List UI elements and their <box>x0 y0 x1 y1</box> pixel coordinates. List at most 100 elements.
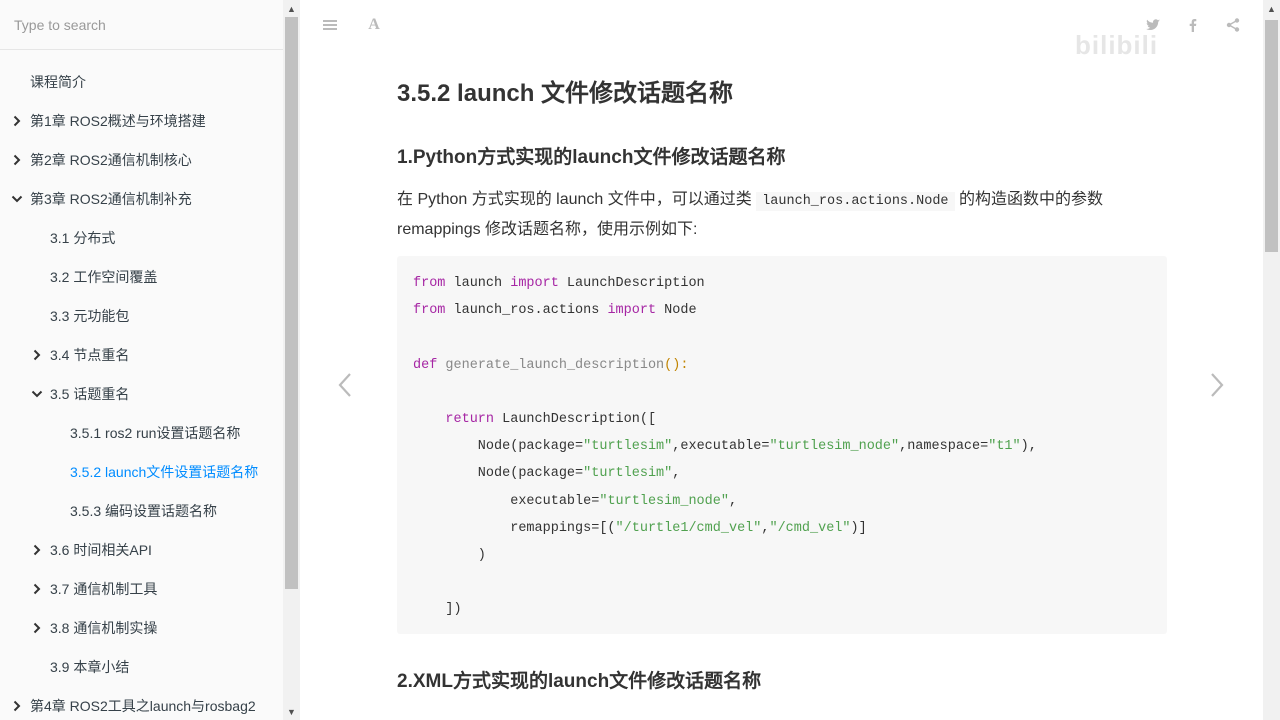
code-line: def generate_launch_description(): <box>413 352 1037 379</box>
code-token: ,executable= <box>672 439 770 455</box>
sidebar-item-label: 3.7 通信机制工具 <box>50 580 158 597</box>
sidebar-item-label: 3.5 话题重名 <box>50 385 130 402</box>
sidebar-item-label: 3.8 通信机制实操 <box>50 619 158 636</box>
code-token: Node(package= <box>413 466 584 482</box>
search-bar <box>0 0 283 50</box>
sidebar-item-label: 3.5.3 编码设置话题名称 <box>70 502 218 519</box>
chevron-down-icon[interactable] <box>30 387 44 401</box>
sidebar-item[interactable]: 第1章 ROS2概述与环境搭建 <box>0 101 283 140</box>
sidebar-item[interactable]: 3.8 通信机制实操 <box>0 608 283 647</box>
sidebar-item[interactable]: 3.3 元功能包 <box>0 296 283 335</box>
chevron-right-icon[interactable] <box>30 621 44 635</box>
code-token: import <box>510 276 559 291</box>
sidebar-item[interactable]: 3.7 通信机制工具 <box>0 569 283 608</box>
sidebar-item[interactable]: 3.5.3 编码设置话题名称 <box>0 491 283 530</box>
sidebar-item[interactable]: 3.6 时间相关API <box>0 530 283 569</box>
code-token: "t1" <box>988 439 1021 455</box>
code-token: "turtlesim" <box>583 466 673 482</box>
code-token: ) <box>413 547 486 563</box>
main-content: 3.5.2 launch 文件修改话题名称 1.Python方式实现的launc… <box>300 50 1263 720</box>
sidebar-scrollbar[interactable]: ▲ ▼ <box>283 0 300 720</box>
code-line: return LaunchDescription([ <box>413 406 1037 433</box>
code-token: launch <box>445 276 511 291</box>
scroll-down-arrow-icon[interactable]: ▼ <box>283 703 300 720</box>
chevron-right-icon[interactable] <box>30 348 44 362</box>
code-token: return <box>445 411 495 427</box>
code-line: ]) <box>413 596 1037 623</box>
main-scroll-up-arrow-icon[interactable]: ▲ <box>1263 0 1280 17</box>
code-line: from launch import LaunchDescription <box>413 270 1037 297</box>
code-token: executable= <box>413 493 600 509</box>
code-token: "turtlesim_node" <box>599 493 729 509</box>
chevron-right-icon[interactable] <box>10 153 24 167</box>
code-line: Node(package="turtlesim", <box>413 460 1037 487</box>
sidebar-item-label: 课程简介 <box>30 73 86 90</box>
code-line: from launch_ros.actions import Node <box>413 297 1037 324</box>
code-token: Node <box>656 303 697 319</box>
sidebar-item[interactable]: 课程简介 <box>0 62 283 101</box>
chevron-right-icon[interactable] <box>30 582 44 596</box>
code-token: LaunchDescription <box>558 276 705 291</box>
sidebar-item-label: 3.5.2 launch文件设置话题名称 <box>70 463 259 480</box>
code-line: executable="turtlesim_node", <box>413 488 1037 515</box>
section-heading-xml: 2.XML方式实现的launch文件修改话题名称 <box>397 671 762 692</box>
sidebar-item[interactable]: 第4章 ROS2工具之launch与rosbag2 <box>0 686 283 720</box>
sidebar-item-label: 3.6 时间相关API <box>50 541 152 558</box>
code-token: launch_ros.actions <box>445 303 608 319</box>
chevron-down-icon[interactable] <box>10 192 24 206</box>
sidebar-item-label: 第3章 ROS2通信机制补充 <box>30 190 192 207</box>
sidebar-item[interactable]: 3.5.1 ros2 run设置话题名称 <box>0 413 283 452</box>
main-scrollbar[interactable]: ▲ <box>1263 0 1280 720</box>
code-token: def <box>413 357 438 373</box>
sidebar-item-label: 3.2 工作空间覆盖 <box>50 268 158 285</box>
facebook-icon[interactable] <box>1184 16 1202 34</box>
font-settings-icon[interactable]: A <box>365 16 383 34</box>
code-token: (): <box>664 357 689 373</box>
code-token: Node(package= <box>413 439 584 455</box>
chevron-right-icon[interactable] <box>10 699 24 713</box>
code-token: from <box>413 276 446 291</box>
main-scroll-thumb[interactable] <box>1265 20 1278 252</box>
code-token: ,namespace= <box>899 439 989 455</box>
sidebar-item[interactable]: 3.2 工作空间覆盖 <box>0 257 283 296</box>
code-block: from launch import LaunchDescription from… <box>397 256 1167 634</box>
sidebar-item[interactable]: 3.5 话题重名 <box>0 374 283 413</box>
sidebar-item-label: 第4章 ROS2工具之launch与rosbag2 <box>30 697 256 714</box>
code-token: "/turtle1/cmd_vel" <box>615 520 762 536</box>
code-token: LaunchDescription([ <box>494 411 657 427</box>
chevron-right-icon[interactable] <box>10 114 24 128</box>
sidebar-item-label: 3.4 节点重名 <box>50 346 130 363</box>
sidebar-item[interactable]: 3.1 分布式 <box>0 218 283 257</box>
share-icon[interactable] <box>1224 16 1242 34</box>
code-line: Node(package="turtlesim",executable="tur… <box>413 433 1037 460</box>
code-token: "turtlesim" <box>583 439 673 455</box>
page-title: 3.5.2 launch 文件修改话题名称 <box>397 80 734 107</box>
code-token: , <box>728 493 738 509</box>
code-token: )] <box>850 520 867 536</box>
sidebar: 课程简介第1章 ROS2概述与环境搭建第2章 ROS2通信机制核心第3章 ROS… <box>0 0 300 720</box>
sidebar-item-label: 3.5.1 ros2 run设置话题名称 <box>70 424 241 441</box>
section-heading-python: 1.Python方式实现的launch文件修改话题名称 <box>397 147 786 168</box>
sidebar-item[interactable]: 3.4 节点重名 <box>0 335 283 374</box>
sidebar-item[interactable]: 第3章 ROS2通信机制补充 <box>0 179 283 218</box>
next-page-chevron-icon[interactable] <box>1207 370 1227 400</box>
sidebar-item-label: 3.9 本章小结 <box>50 658 130 675</box>
code-token: ), <box>1020 439 1037 455</box>
chevron-right-icon[interactable] <box>30 543 44 557</box>
sidebar-item[interactable]: 3.5.2 launch文件设置话题名称 <box>0 452 283 491</box>
intro-paragraph: 在 Python 方式实现的 launch 文件中，可以通过类 launch_r… <box>397 186 1167 244</box>
sidebar-item[interactable]: 第2章 ROS2通信机制核心 <box>0 140 283 179</box>
code-token: "turtlesim_node" <box>769 439 900 455</box>
search-input[interactable] <box>0 0 260 50</box>
sidebar-item[interactable]: 3.9 本章小结 <box>0 647 283 686</box>
code-token: generate_launch_description <box>445 357 665 373</box>
menu-icon[interactable] <box>321 16 339 34</box>
scroll-up-arrow-icon[interactable]: ▲ <box>283 0 300 17</box>
inline-code: launch_ros.actions.Node <box>756 192 955 211</box>
sidebar-scroll-thumb[interactable] <box>285 17 298 589</box>
table-of-contents: 课程简介第1章 ROS2概述与环境搭建 第2章 ROS2通信机制核心第3章 ROS… <box>0 62 283 720</box>
previous-page-chevron-icon[interactable] <box>335 370 355 400</box>
